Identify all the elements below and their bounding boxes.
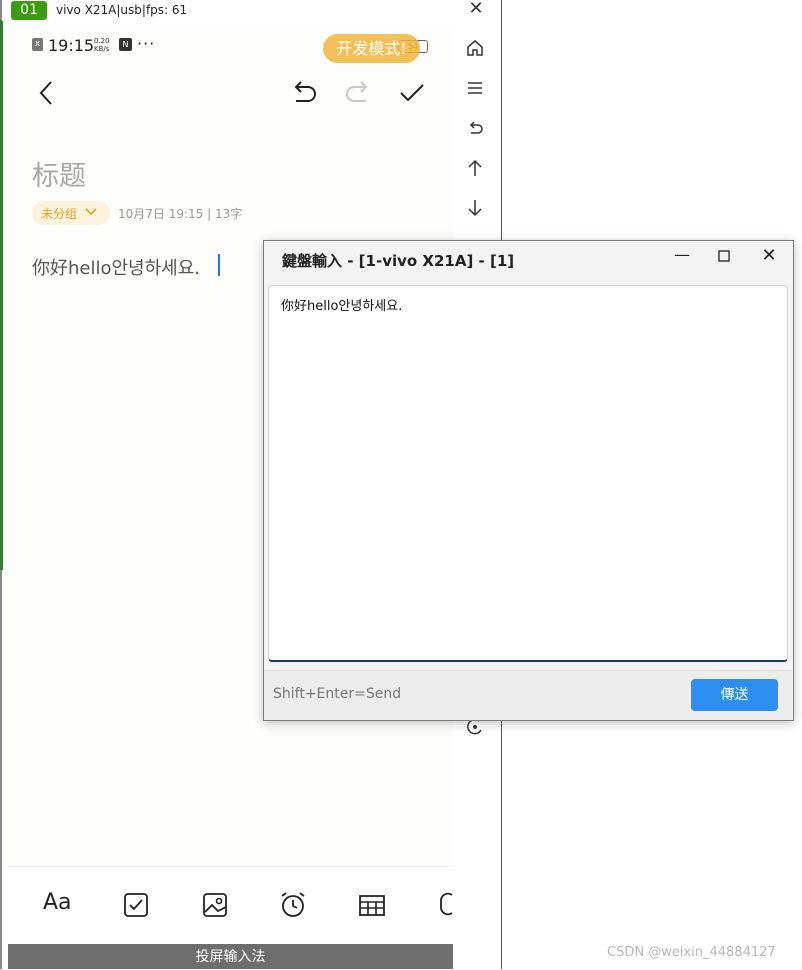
home-icon[interactable]: [464, 37, 486, 59]
back-icon[interactable]: [32, 78, 62, 108]
window-accent-strip: [0, 20, 3, 570]
dialog-text-input[interactable]: [268, 285, 788, 662]
ime-label-bar: 投屏输入法: [8, 944, 453, 969]
chevron-down-icon: [85, 208, 97, 216]
nfc-icon: N: [119, 38, 132, 51]
note-title-field[interactable]: 标题: [32, 154, 86, 193]
note-meta: 10月7日 19:15 | 13字: [118, 207, 243, 221]
group-label: 未分组: [41, 207, 78, 221]
more-icon: ···: [137, 34, 156, 53]
send-button[interactable]: 傳送: [691, 679, 778, 711]
arrow-up-icon[interactable]: [464, 157, 486, 179]
dialog-title: 鍵盤輸入 - [1-vivo X21A] - [1]: [282, 252, 515, 270]
speed-value: 0.20: [94, 37, 110, 45]
speed-unit: KB/s: [94, 45, 110, 53]
microphone-icon[interactable]: [436, 890, 453, 920]
image-icon[interactable]: [200, 890, 230, 920]
undo-icon[interactable]: [289, 78, 319, 108]
send-shortcut-hint: Shift+Enter=Send: [273, 686, 402, 702]
arrow-down-icon[interactable]: [464, 197, 486, 219]
dev-mode-badge: 开发模式!: [323, 34, 420, 63]
alarm-icon[interactable]: [278, 890, 308, 920]
return-icon[interactable]: [464, 117, 486, 139]
note-body-editor[interactable]: 你好hello안녕하세요.: [32, 254, 200, 280]
dialog-maximize-button[interactable]: [714, 245, 734, 267]
network-speed: 0.20 KB/s: [94, 37, 110, 53]
dialog-close-button[interactable]: ✕: [758, 245, 780, 267]
watermark: CSDN @weixin_44884127: [607, 945, 776, 960]
text-caret: [218, 254, 220, 276]
window-close-button[interactable]: ✕: [466, 0, 486, 20]
dialog-text-value: 你好hello안녕하세요.: [281, 299, 403, 314]
text-format-button[interactable]: Aa: [43, 890, 72, 915]
checklist-icon[interactable]: [121, 890, 151, 920]
menu-icon[interactable]: [464, 77, 486, 99]
status-time: 19:15: [48, 36, 95, 55]
dialog-minimize-button[interactable]: —: [672, 245, 692, 267]
redo-icon[interactable]: [343, 78, 373, 108]
check-icon[interactable]: [397, 78, 427, 108]
notification-icon: x: [32, 38, 43, 51]
table-icon[interactable]: [357, 890, 387, 920]
device-index-badge: 01: [11, 1, 47, 20]
window-title: vivo X21A|usb|fps: 61: [56, 3, 188, 17]
